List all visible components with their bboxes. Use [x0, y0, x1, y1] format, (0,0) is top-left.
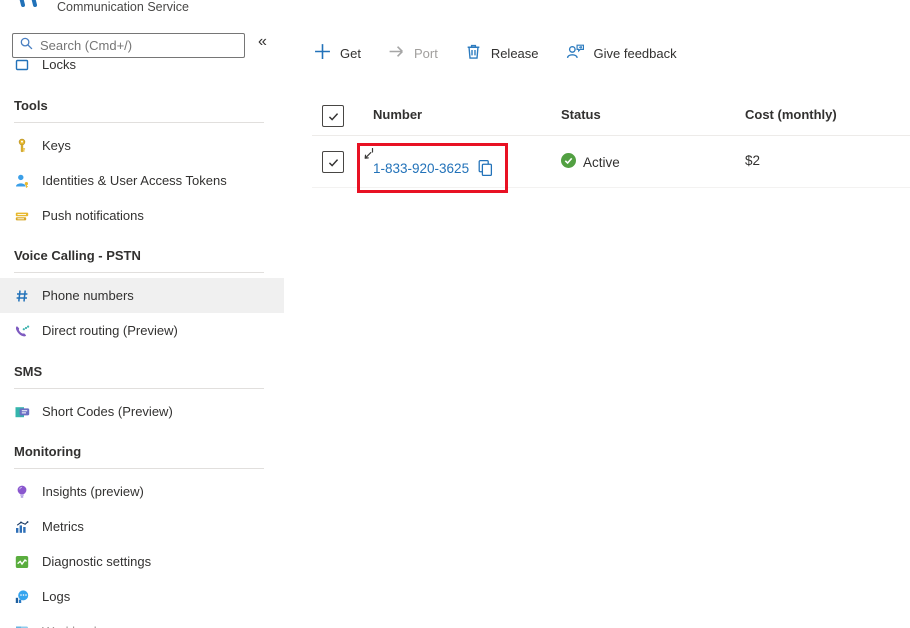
direct-routing-phone-icon	[14, 323, 30, 339]
page-title: Communication Service	[57, 0, 189, 14]
active-status-icon	[561, 153, 576, 171]
section-title: SMS	[0, 362, 284, 382]
section-title: Voice Calling - PSTN	[0, 246, 284, 266]
release-button-label: Release	[491, 46, 539, 61]
port-button[interactable]: Port	[388, 43, 438, 63]
sidebar-section-sms: SMS Short Codes (Preview)	[0, 362, 284, 429]
sidebar-item-label: Logs	[42, 589, 70, 604]
sidebar-section-voice-calling: Voice Calling - PSTN Phone numbers Direc…	[0, 246, 284, 348]
status-badge: Active	[583, 155, 620, 170]
sidebar-item-workbooks[interactable]: Workbooks	[0, 614, 284, 628]
sidebar-item-logs[interactable]: Logs	[0, 579, 284, 614]
phone-number-link[interactable]: 1-833-920-3625	[373, 161, 469, 176]
sidebar-section-tools: Tools Keys Identities & User Access Toke…	[0, 96, 284, 233]
table-row: 1-833-920-3625 Active $2	[312, 136, 910, 188]
select-all-checkbox[interactable]	[322, 105, 344, 127]
sidebar-item-identities[interactable]: Identities & User Access Tokens	[0, 163, 284, 198]
communication-service-logo-icon	[17, 0, 43, 12]
highlight-annotation-box: 1-833-920-3625	[357, 143, 508, 193]
diagnostic-settings-icon	[14, 554, 30, 570]
sidebar-item-locks[interactable]: Locks	[0, 51, 284, 77]
divider	[14, 272, 264, 273]
sidebar-item-short-codes[interactable]: Short Codes (Preview)	[0, 394, 284, 429]
divider	[14, 468, 264, 469]
sidebar-item-diagnostic-settings[interactable]: Diagnostic settings	[0, 544, 284, 579]
collapse-sidebar-icon[interactable]: «	[258, 33, 267, 51]
sidebar-section-monitoring: Monitoring Insights (preview) Metrics	[0, 442, 284, 628]
short-codes-icon	[14, 404, 30, 420]
sidebar: Communication Service « Locks Tools	[0, 0, 284, 628]
phone-numbers-hash-icon	[14, 288, 30, 304]
sidebar-item-label: Identities & User Access Tokens	[42, 173, 227, 188]
give-feedback-button-label: Give feedback	[594, 46, 677, 61]
sidebar-item-label: Phone numbers	[42, 288, 134, 303]
lock-icon	[14, 56, 30, 72]
release-button[interactable]: Release	[465, 43, 539, 63]
sidebar-item-metrics[interactable]: Metrics	[0, 509, 284, 544]
plus-icon	[314, 43, 331, 63]
sidebar-item-label: Short Codes (Preview)	[42, 404, 173, 419]
copy-icon[interactable]	[476, 159, 493, 177]
column-header-number[interactable]: Number	[373, 107, 422, 122]
sidebar-item-label: Keys	[42, 138, 71, 153]
sidebar-item-insights[interactable]: Insights (preview)	[0, 474, 284, 509]
arrow-right-icon	[388, 43, 405, 63]
feedback-icon	[566, 43, 585, 63]
status-cell: Active	[561, 153, 620, 171]
metrics-chart-icon	[14, 519, 30, 535]
sidebar-item-label: Direct routing (Preview)	[42, 323, 178, 338]
sidebar-item-phone-numbers[interactable]: Phone numbers	[0, 278, 284, 313]
push-notifications-icon	[14, 208, 30, 224]
sidebar-item-label: Locks	[42, 57, 76, 72]
sidebar-item-push-notifications[interactable]: Push notifications	[0, 198, 284, 233]
get-button-label: Get	[340, 46, 361, 61]
insights-lightbulb-icon	[14, 484, 30, 500]
sidebar-item-keys[interactable]: Keys	[0, 128, 284, 163]
divider	[14, 388, 264, 389]
sidebar-item-label: Push notifications	[42, 208, 144, 223]
table-header-row: Number Status Cost (monthly)	[312, 99, 910, 136]
sidebar-item-label: Metrics	[42, 519, 84, 534]
sidebar-item-label: Diagnostic settings	[42, 554, 151, 569]
logs-icon	[14, 589, 30, 605]
section-title: Monitoring	[0, 442, 284, 462]
command-bar: Get Port Release Give feedback	[314, 40, 677, 66]
key-icon	[14, 138, 30, 154]
azure-communication-service-page: Communication Service « Locks Tools	[0, 0, 910, 628]
click-cursor-annotation-icon	[362, 148, 376, 167]
row-checkbox[interactable]	[322, 151, 344, 173]
give-feedback-button[interactable]: Give feedback	[566, 43, 677, 63]
column-header-status[interactable]: Status	[561, 107, 601, 122]
identities-user-icon	[14, 173, 30, 189]
get-button[interactable]: Get	[314, 43, 361, 63]
sidebar-item-label: Insights (preview)	[42, 484, 144, 499]
sidebar-item-label: Workbooks	[42, 624, 107, 628]
trash-icon	[465, 43, 482, 63]
workbooks-icon	[14, 624, 30, 628]
divider	[14, 122, 264, 123]
section-title: Tools	[0, 96, 284, 116]
sidebar-item-direct-routing[interactable]: Direct routing (Preview)	[0, 313, 284, 348]
cost-cell: $2	[745, 153, 760, 168]
port-button-label: Port	[414, 46, 438, 61]
column-header-cost[interactable]: Cost (monthly)	[745, 107, 837, 122]
